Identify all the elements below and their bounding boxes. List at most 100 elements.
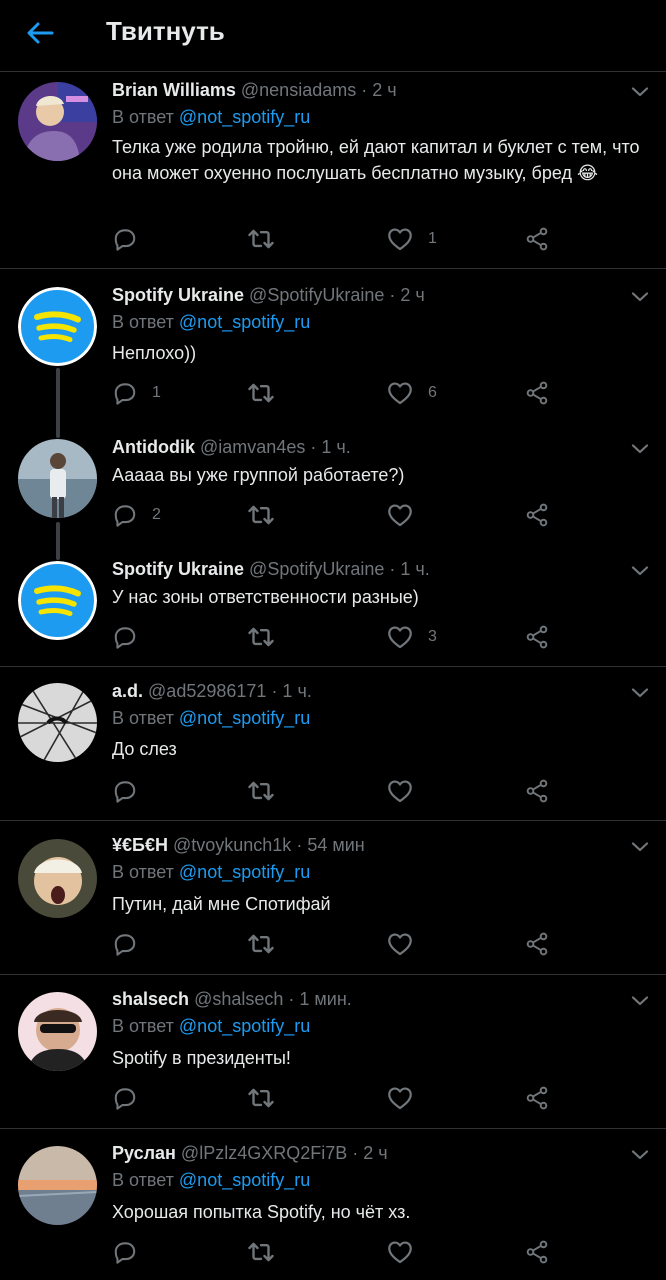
author-name[interactable]: ¥€Б€H: [112, 835, 168, 855]
chevron-down-icon[interactable]: [628, 437, 652, 461]
page-title: Твитнуть: [106, 16, 225, 46]
retweet-button[interactable]: [246, 500, 276, 530]
author-name[interactable]: shalsech: [112, 989, 189, 1009]
like-count: 3: [428, 628, 437, 645]
avatar[interactable]: [18, 1146, 97, 1225]
author-handle[interactable]: @lPzlz4GXRQ2Fi7B: [181, 1143, 347, 1163]
author-name[interactable]: Руслан: [112, 1143, 176, 1163]
tweet[interactable]: Руслан @lPzlz4GXRQ2Fi7B · 2 ч В ответ @n…: [0, 1129, 666, 1280]
share-button[interactable]: [524, 224, 550, 254]
tweet[interactable]: ¥€Б€H @tvoykunch1k · 54 мин В ответ @not…: [0, 821, 666, 974]
author-handle[interactable]: @iamvan4es: [200, 437, 305, 457]
retweet-button[interactable]: [246, 1083, 276, 1113]
share-button[interactable]: [524, 776, 550, 806]
tweet[interactable]: Spotify Ukraine @SpotifyUkraine · 1 ч. У…: [0, 547, 666, 665]
timestamp: · 2 ч: [352, 1143, 388, 1163]
tweet[interactable]: Spotify Ukraine @SpotifyUkraine · 2 ч В …: [0, 269, 666, 415]
reply-mention-link[interactable]: @not_spotify_ru: [179, 708, 310, 728]
author-name[interactable]: a.d.: [112, 681, 143, 701]
retweet-button[interactable]: [246, 224, 276, 254]
share-button[interactable]: [524, 1083, 550, 1113]
author-handle[interactable]: @tvoykunch1k: [173, 835, 291, 855]
tweet[interactable]: Antidodik @iamvan4es · 1 ч. Ааааа вы уже…: [0, 425, 666, 545]
avatar[interactable]: [18, 683, 97, 762]
author-name[interactable]: Brian Williams: [112, 80, 236, 100]
like-button[interactable]: [386, 929, 428, 959]
share-icon: [524, 380, 550, 406]
avatar[interactable]: [18, 561, 97, 640]
avatar-image: [18, 683, 97, 762]
reply-button[interactable]: [112, 929, 152, 959]
chevron-down-icon[interactable]: [628, 989, 652, 1013]
timestamp: · 1 мин.: [288, 989, 352, 1009]
chevron-down-icon[interactable]: [628, 1143, 652, 1167]
reply-icon: [112, 1085, 138, 1111]
chevron-down-icon[interactable]: [628, 80, 652, 104]
reply-mention-link[interactable]: @not_spotify_ru: [179, 1170, 310, 1190]
reply-button[interactable]: 2: [112, 500, 161, 530]
heart-icon: [386, 623, 414, 651]
author-handle[interactable]: @nensiadams: [241, 80, 356, 100]
back-button[interactable]: [22, 18, 58, 48]
reply-mention-link[interactable]: @not_spotify_ru: [179, 862, 310, 882]
heart-icon: [386, 501, 414, 529]
author-name[interactable]: Antidodik: [112, 437, 195, 457]
reply-mention-link[interactable]: @not_spotify_ru: [179, 1016, 310, 1036]
tweet[interactable]: a.d. @ad52986171 · 1 ч. В ответ @not_spo…: [0, 667, 666, 820]
tweet-header: Spotify Ukraine @SpotifyUkraine · 2 ч: [112, 285, 425, 306]
share-button[interactable]: [524, 929, 550, 959]
avatar[interactable]: [18, 439, 97, 518]
retweet-icon: [246, 776, 276, 806]
tweet-header: shalsech @shalsech · 1 мин.: [112, 989, 352, 1010]
share-button[interactable]: [524, 500, 550, 530]
author-name[interactable]: Spotify Ukraine: [112, 559, 244, 579]
like-button[interactable]: [386, 1083, 428, 1113]
tweet[interactable]: Brian Williams @nensiadams · 2 ч В ответ…: [0, 72, 666, 268]
reply-prefix: В ответ: [112, 107, 174, 127]
reply-mention-link[interactable]: @not_spotify_ru: [179, 312, 310, 332]
reply-mention-link[interactable]: @not_spotify_ru: [179, 107, 310, 127]
avatar[interactable]: [18, 287, 97, 366]
author-handle[interactable]: @ad52986171: [148, 681, 266, 701]
retweet-button[interactable]: [246, 622, 276, 652]
timestamp: · 2 ч: [361, 80, 397, 100]
like-button[interactable]: 6: [386, 378, 437, 408]
reply-button[interactable]: [112, 622, 152, 652]
retweet-button[interactable]: [246, 1237, 276, 1267]
avatar[interactable]: [18, 82, 97, 161]
reply-button[interactable]: [112, 224, 152, 254]
avatar-image: [18, 82, 97, 161]
reply-button[interactable]: 1: [112, 378, 161, 408]
retweet-button[interactable]: [246, 378, 276, 408]
retweet-button[interactable]: [246, 776, 276, 806]
avatar[interactable]: [18, 992, 97, 1071]
retweet-button[interactable]: [246, 929, 276, 959]
author-handle[interactable]: @SpotifyUkraine: [249, 285, 384, 305]
reply-icon: [112, 931, 138, 957]
reply-button[interactable]: [112, 1237, 152, 1267]
like-button[interactable]: 3: [386, 622, 437, 652]
like-button[interactable]: [386, 1237, 428, 1267]
tweet-header: a.d. @ad52986171 · 1 ч.: [112, 681, 312, 702]
like-button[interactable]: 1: [386, 224, 437, 254]
reply-button[interactable]: [112, 776, 152, 806]
reply-button[interactable]: [112, 1083, 152, 1113]
tweet[interactable]: shalsech @shalsech · 1 мин. В ответ @not…: [0, 975, 666, 1128]
chevron-down-icon[interactable]: [628, 835, 652, 859]
chevron-down-icon[interactable]: [628, 285, 652, 309]
share-button[interactable]: [524, 378, 550, 408]
like-button[interactable]: [386, 500, 428, 530]
reply-icon: [112, 1239, 138, 1265]
chevron-down-icon[interactable]: [628, 681, 652, 705]
author-handle[interactable]: @shalsech: [194, 989, 283, 1009]
retweet-icon: [246, 378, 276, 408]
chevron-down-icon[interactable]: [628, 559, 652, 583]
avatar[interactable]: [18, 839, 97, 918]
share-button[interactable]: [524, 1237, 550, 1267]
like-button[interactable]: [386, 776, 428, 806]
tweet-header: ¥€Б€H @tvoykunch1k · 54 мин: [112, 835, 365, 856]
share-button[interactable]: [524, 622, 550, 652]
author-handle[interactable]: @SpotifyUkraine: [249, 559, 384, 579]
author-name[interactable]: Spotify Ukraine: [112, 285, 244, 305]
tweet-text: Ааааа вы уже группой работаете?): [112, 465, 405, 485]
